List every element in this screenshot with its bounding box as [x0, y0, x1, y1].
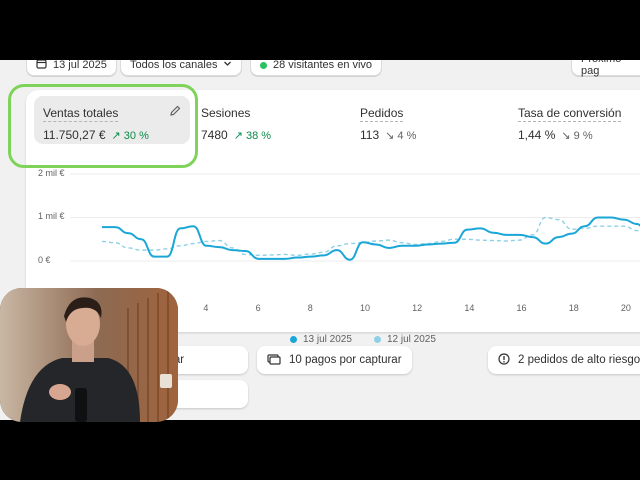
- x-tick-label: 18: [568, 303, 579, 313]
- legend-dot-previous: [374, 336, 381, 343]
- action-label: 2 pedidos de alto riesgo: [518, 354, 640, 366]
- channels-label: Todos los canales: [130, 60, 218, 71]
- alert-icon: [498, 352, 510, 368]
- next-payout-button[interactable]: Próximo pag: [571, 60, 640, 77]
- metric-value: 1,44 %: [518, 128, 556, 142]
- metric-name: Tasa de conversión: [518, 106, 622, 122]
- action-button-risk[interactable]: 2 pedidos de alto riesgo: [488, 346, 640, 374]
- date-filter-button[interactable]: 13 jul 2025: [26, 60, 117, 76]
- y-tick-label: 1 mil €: [38, 211, 65, 221]
- legend-label: 13 jul 2025: [303, 334, 352, 345]
- metric-orders[interactable]: Pedidos 113 ↘ 4 %: [360, 104, 416, 142]
- metric-change: ↘ 4 %: [385, 129, 417, 142]
- legend-item-previous[interactable]: 12 jul 2025: [374, 334, 436, 345]
- x-tick-label: 20: [620, 303, 631, 313]
- action-label: 10 pagos por capturar: [289, 354, 402, 366]
- live-visitors-button[interactable]: 28 visitantes en vivo: [250, 60, 383, 76]
- channels-filter-button[interactable]: Todos los canales: [120, 60, 243, 76]
- live-status-dot: [260, 61, 267, 69]
- metric-conversion[interactable]: Tasa de conversión 1,44 % ↘ 9 %: [518, 104, 622, 142]
- x-tick-label: 4: [203, 303, 209, 313]
- action-button-payments[interactable]: 10 pagos por capturar: [257, 346, 412, 374]
- legend-dot-current: [290, 336, 297, 343]
- x-tick-label: 14: [464, 303, 475, 313]
- arrow-up-icon: ↗: [233, 129, 243, 142]
- next-payout-label: Próximo pag: [581, 60, 621, 77]
- chevron-down-icon: [223, 60, 232, 71]
- x-tick-label: 16: [516, 303, 527, 313]
- metric-change: ↗ 38 %: [233, 129, 272, 142]
- series-line-previous: [101, 216, 640, 257]
- x-tick-label: 12: [412, 303, 423, 313]
- arrow-down-icon: ↘: [385, 129, 395, 142]
- webcam-overlay: [0, 288, 178, 422]
- legend-item-current[interactable]: 13 jul 2025: [290, 334, 352, 345]
- calendar-icon: [36, 60, 47, 72]
- x-tick-label: 10: [359, 303, 370, 313]
- date-label: 13 jul 2025: [53, 60, 107, 71]
- metric-name: Pedidos: [360, 106, 404, 122]
- metric-sessions[interactable]: Sesiones 7480 ↗ 38 %: [201, 104, 271, 142]
- metric-change: ↘ 9 %: [561, 129, 593, 142]
- metric-value: 113: [360, 128, 380, 142]
- payment-icon: [267, 353, 281, 368]
- arrow-down-icon: ↘: [561, 129, 571, 142]
- metric-highlight-ring: [8, 84, 198, 168]
- x-tick-label: 8: [307, 303, 313, 313]
- metric-value: 7480: [201, 128, 228, 142]
- y-tick-label: 0 €: [38, 255, 51, 265]
- y-tick-label: 2 mil €: [38, 168, 65, 178]
- x-tick-label: 6: [255, 303, 261, 313]
- legend-label: 12 jul 2025: [387, 334, 436, 345]
- series-line-current: [102, 216, 640, 261]
- live-visitors-label: 28 visitantes en vivo: [273, 60, 373, 71]
- metric-name: Sesiones: [201, 106, 251, 120]
